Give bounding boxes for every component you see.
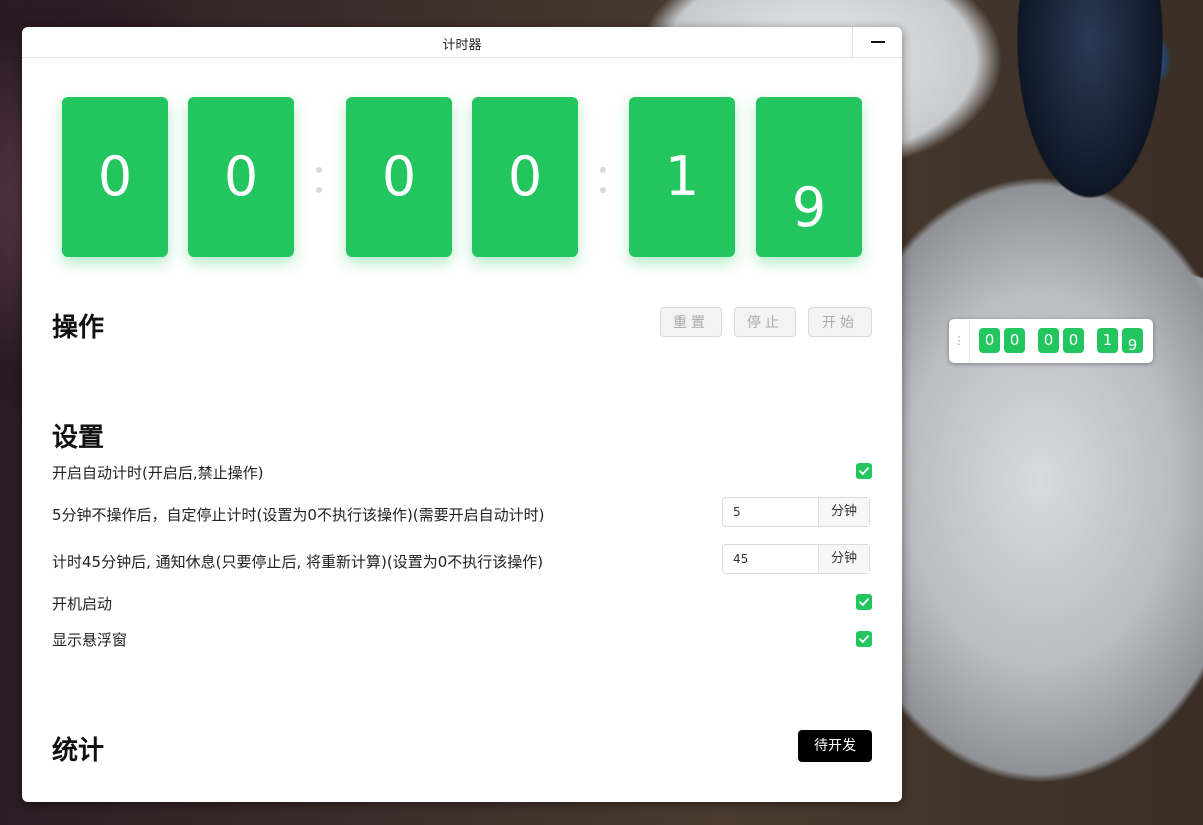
- time-separator: [600, 167, 608, 207]
- start-button[interactable]: 开始: [808, 307, 872, 337]
- mini-digit: 0: [1004, 328, 1025, 353]
- floating-timer-window[interactable]: ⋮ 0 0 0 0 1 9: [949, 319, 1153, 363]
- timer-window: 计时器 0 0 0 0 1 9 操作 重置 停止 开始 设置 开启自动计时(开启…: [22, 27, 902, 802]
- auto-stop-minutes-input[interactable]: [723, 498, 819, 526]
- auto-stop-label: 5分钟不操作后，自定停止计时(设置为0不执行该操作)(需要开启自动计时): [52, 506, 545, 524]
- time-separator: [316, 167, 324, 207]
- title-bar[interactable]: 计时器: [22, 27, 902, 58]
- drag-handle-icon[interactable]: ⋮: [949, 319, 970, 363]
- check-icon: [859, 598, 869, 606]
- minutes-unit-label: 分钟: [818, 545, 869, 573]
- stats-heading: 统计: [52, 736, 105, 766]
- auto-stop-input-group: 分钟: [722, 497, 870, 527]
- show-floating-checkbox[interactable]: [856, 631, 872, 647]
- mini-digit: 1: [1097, 328, 1118, 353]
- pending-development-button[interactable]: 待开发: [798, 730, 872, 762]
- auto-timing-label: 开启自动计时(开启后,禁止操作): [52, 464, 264, 482]
- minutes-unit-label: 分钟: [818, 498, 869, 526]
- settings-heading: 设置: [52, 423, 105, 453]
- launch-on-boot-label: 开机启动: [52, 595, 113, 613]
- mini-digit: 0: [1063, 328, 1084, 353]
- launch-on-boot-checkbox[interactable]: [856, 594, 872, 610]
- reset-button[interactable]: 重置: [660, 307, 722, 337]
- mini-digit: 0: [979, 328, 1000, 353]
- hours-tens-digit: 0: [62, 97, 168, 257]
- minutes-ones-digit: 0: [472, 97, 578, 257]
- seconds-ones-digit: 9: [756, 97, 862, 257]
- rest-notify-label: 计时45分钟后, 通知休息(只要停止后, 将重新计算)(设置为0不执行该操作): [52, 553, 544, 571]
- rest-notify-input-group: 分钟: [722, 544, 870, 574]
- hours-ones-digit: 0: [188, 97, 294, 257]
- show-floating-label: 显示悬浮窗: [52, 631, 128, 649]
- check-icon: [859, 467, 869, 475]
- rest-notify-minutes-input[interactable]: [723, 545, 819, 573]
- stop-button[interactable]: 停止: [734, 307, 796, 337]
- minutes-tens-digit: 0: [346, 97, 452, 257]
- auto-timing-checkbox[interactable]: [856, 463, 872, 479]
- check-icon: [859, 635, 869, 643]
- window-title: 计时器: [442, 38, 482, 53]
- minimize-button[interactable]: [852, 27, 902, 57]
- mini-digit: 0: [1038, 328, 1059, 353]
- operations-heading: 操作: [52, 313, 105, 343]
- mini-digit: 9: [1122, 328, 1143, 353]
- minimize-icon: [871, 41, 885, 43]
- seconds-tens-digit: 1: [629, 97, 735, 257]
